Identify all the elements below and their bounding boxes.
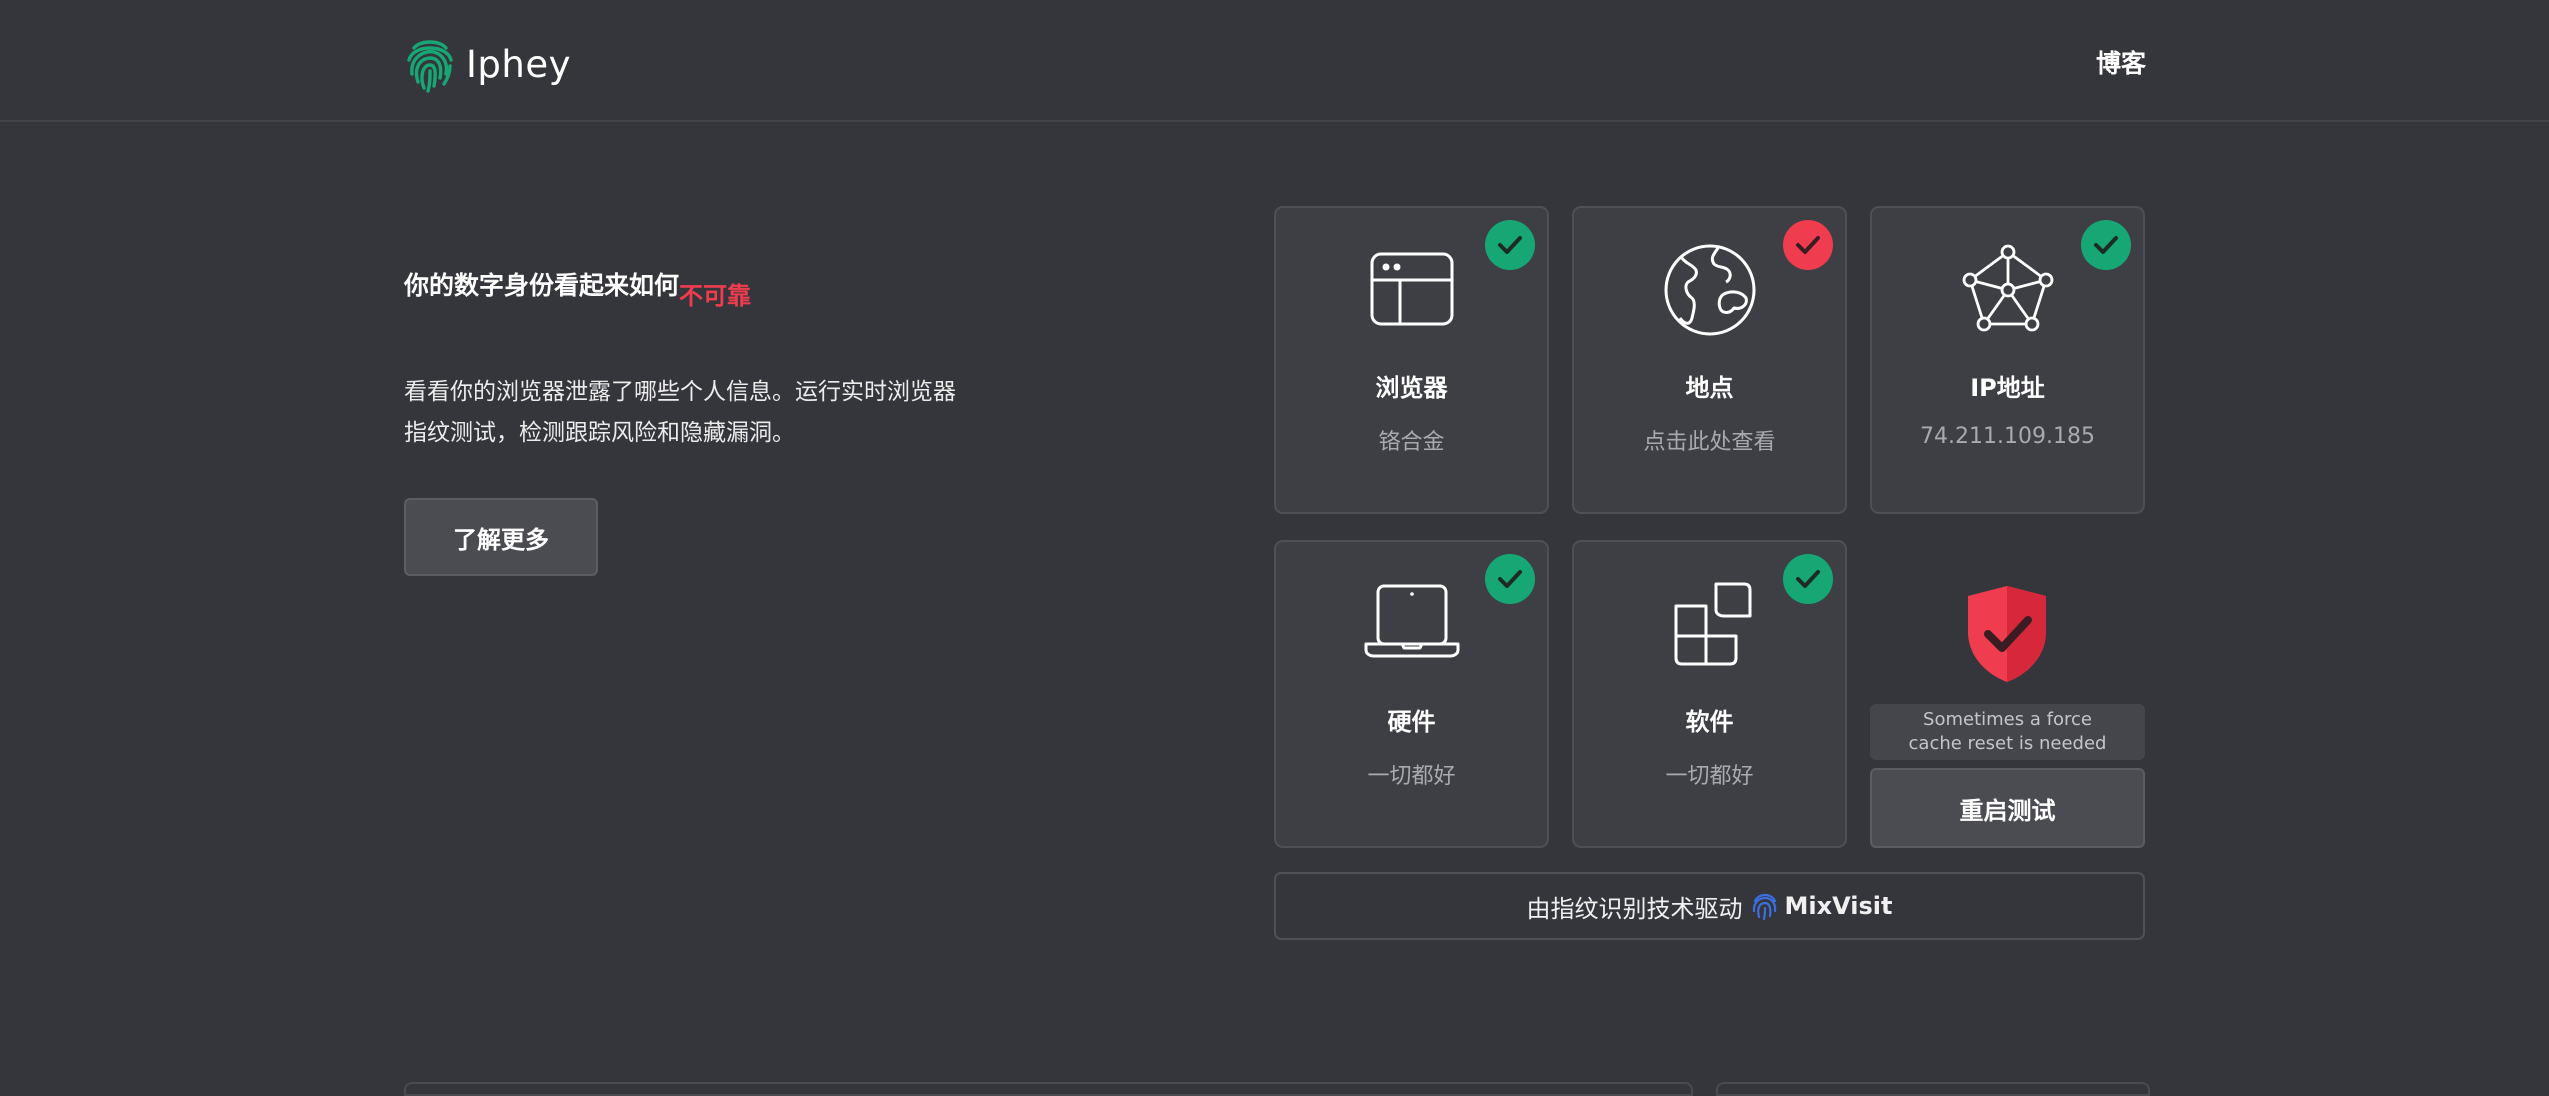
bottom-panel-left — [404, 1082, 1693, 1096]
shield-check-icon — [1968, 586, 2046, 682]
status-ok-badge — [1485, 554, 1535, 604]
card-value: 一切都好 — [1665, 764, 1754, 789]
checkmark-icon — [1796, 570, 1820, 588]
restart-test-button[interactable]: 重启测试 — [1870, 768, 2145, 848]
status-ok-badge — [1783, 554, 1833, 604]
card-ip-address[interactable]: IP地址 74.211.109.185 — [1870, 206, 2145, 514]
identity-headline: 你的数字身份看起来如何不可靠 — [404, 266, 751, 310]
mixvisit-brand: MixVisit — [1784, 892, 1893, 920]
fingerprint-logo-icon — [407, 40, 453, 93]
hero-description: 看看你的浏览器泄露了哪些个人信息。运行实时浏览器指纹测试，检测跟踪风险和隐藏漏洞… — [404, 379, 956, 446]
card-title: 浏览器 — [1375, 374, 1448, 402]
cache-note-line2: cache reset is needed — [1908, 733, 2107, 754]
browser-window-icon — [1370, 252, 1453, 326]
software-blocks-icon — [1674, 582, 1751, 666]
status-ok-badge — [1485, 220, 1535, 270]
card-title: IP地址 — [1970, 374, 2045, 402]
powered-by-banner[interactable]: 由指纹识别技术驱动 MixVisit — [1274, 872, 2145, 940]
headline-text: 你的数字身份看起来如何 — [404, 271, 680, 300]
network-icon — [1962, 244, 2053, 332]
laptop-icon — [1364, 584, 1459, 658]
checkmark-icon — [1498, 236, 1522, 254]
globe-icon — [1664, 244, 1755, 336]
status-warning-badge — [1783, 220, 1833, 270]
card-value: 铬合金 — [1378, 430, 1445, 455]
mixvisit-fingerprint-icon — [1752, 893, 1776, 921]
top-header: Iphey 博客 — [0, 0, 2549, 122]
card-software[interactable]: 软件 一切都好 — [1572, 540, 1847, 848]
status-ok-badge — [2081, 220, 2131, 270]
checkmark-icon — [1796, 236, 1820, 254]
cache-reset-note: Sometimes a force cache reset is needed — [1870, 704, 2145, 760]
card-title: 软件 — [1685, 708, 1734, 736]
card-value: 点击此处查看 — [1643, 430, 1776, 455]
cache-note-line1: Sometimes a force — [1923, 709, 2092, 730]
card-title: 硬件 — [1387, 708, 1436, 736]
learn-more-button[interactable]: 了解更多 — [404, 498, 598, 576]
card-title: 地点 — [1685, 374, 1734, 402]
identity-status: 不可靠 — [679, 282, 752, 310]
card-value: 一切都好 — [1367, 764, 1456, 789]
card-value: 74.211.109.185 — [1920, 424, 2095, 449]
brand-logo[interactable]: Iphey — [404, 34, 571, 94]
checkmark-icon — [2094, 236, 2118, 254]
brand-name: Iphey — [466, 42, 572, 86]
card-location[interactable]: 地点 点击此处查看 — [1572, 206, 1847, 514]
powered-by-text: 由指纹识别技术驱动 — [1526, 894, 1743, 923]
checkmark-icon — [1498, 570, 1522, 588]
nav-blog-link[interactable]: 博客 — [2096, 44, 2146, 80]
card-hardware[interactable]: 硬件 一切都好 — [1274, 540, 1549, 848]
card-browser[interactable]: 浏览器 铬合金 — [1274, 206, 1549, 514]
bottom-panel-right — [1716, 1082, 2150, 1096]
